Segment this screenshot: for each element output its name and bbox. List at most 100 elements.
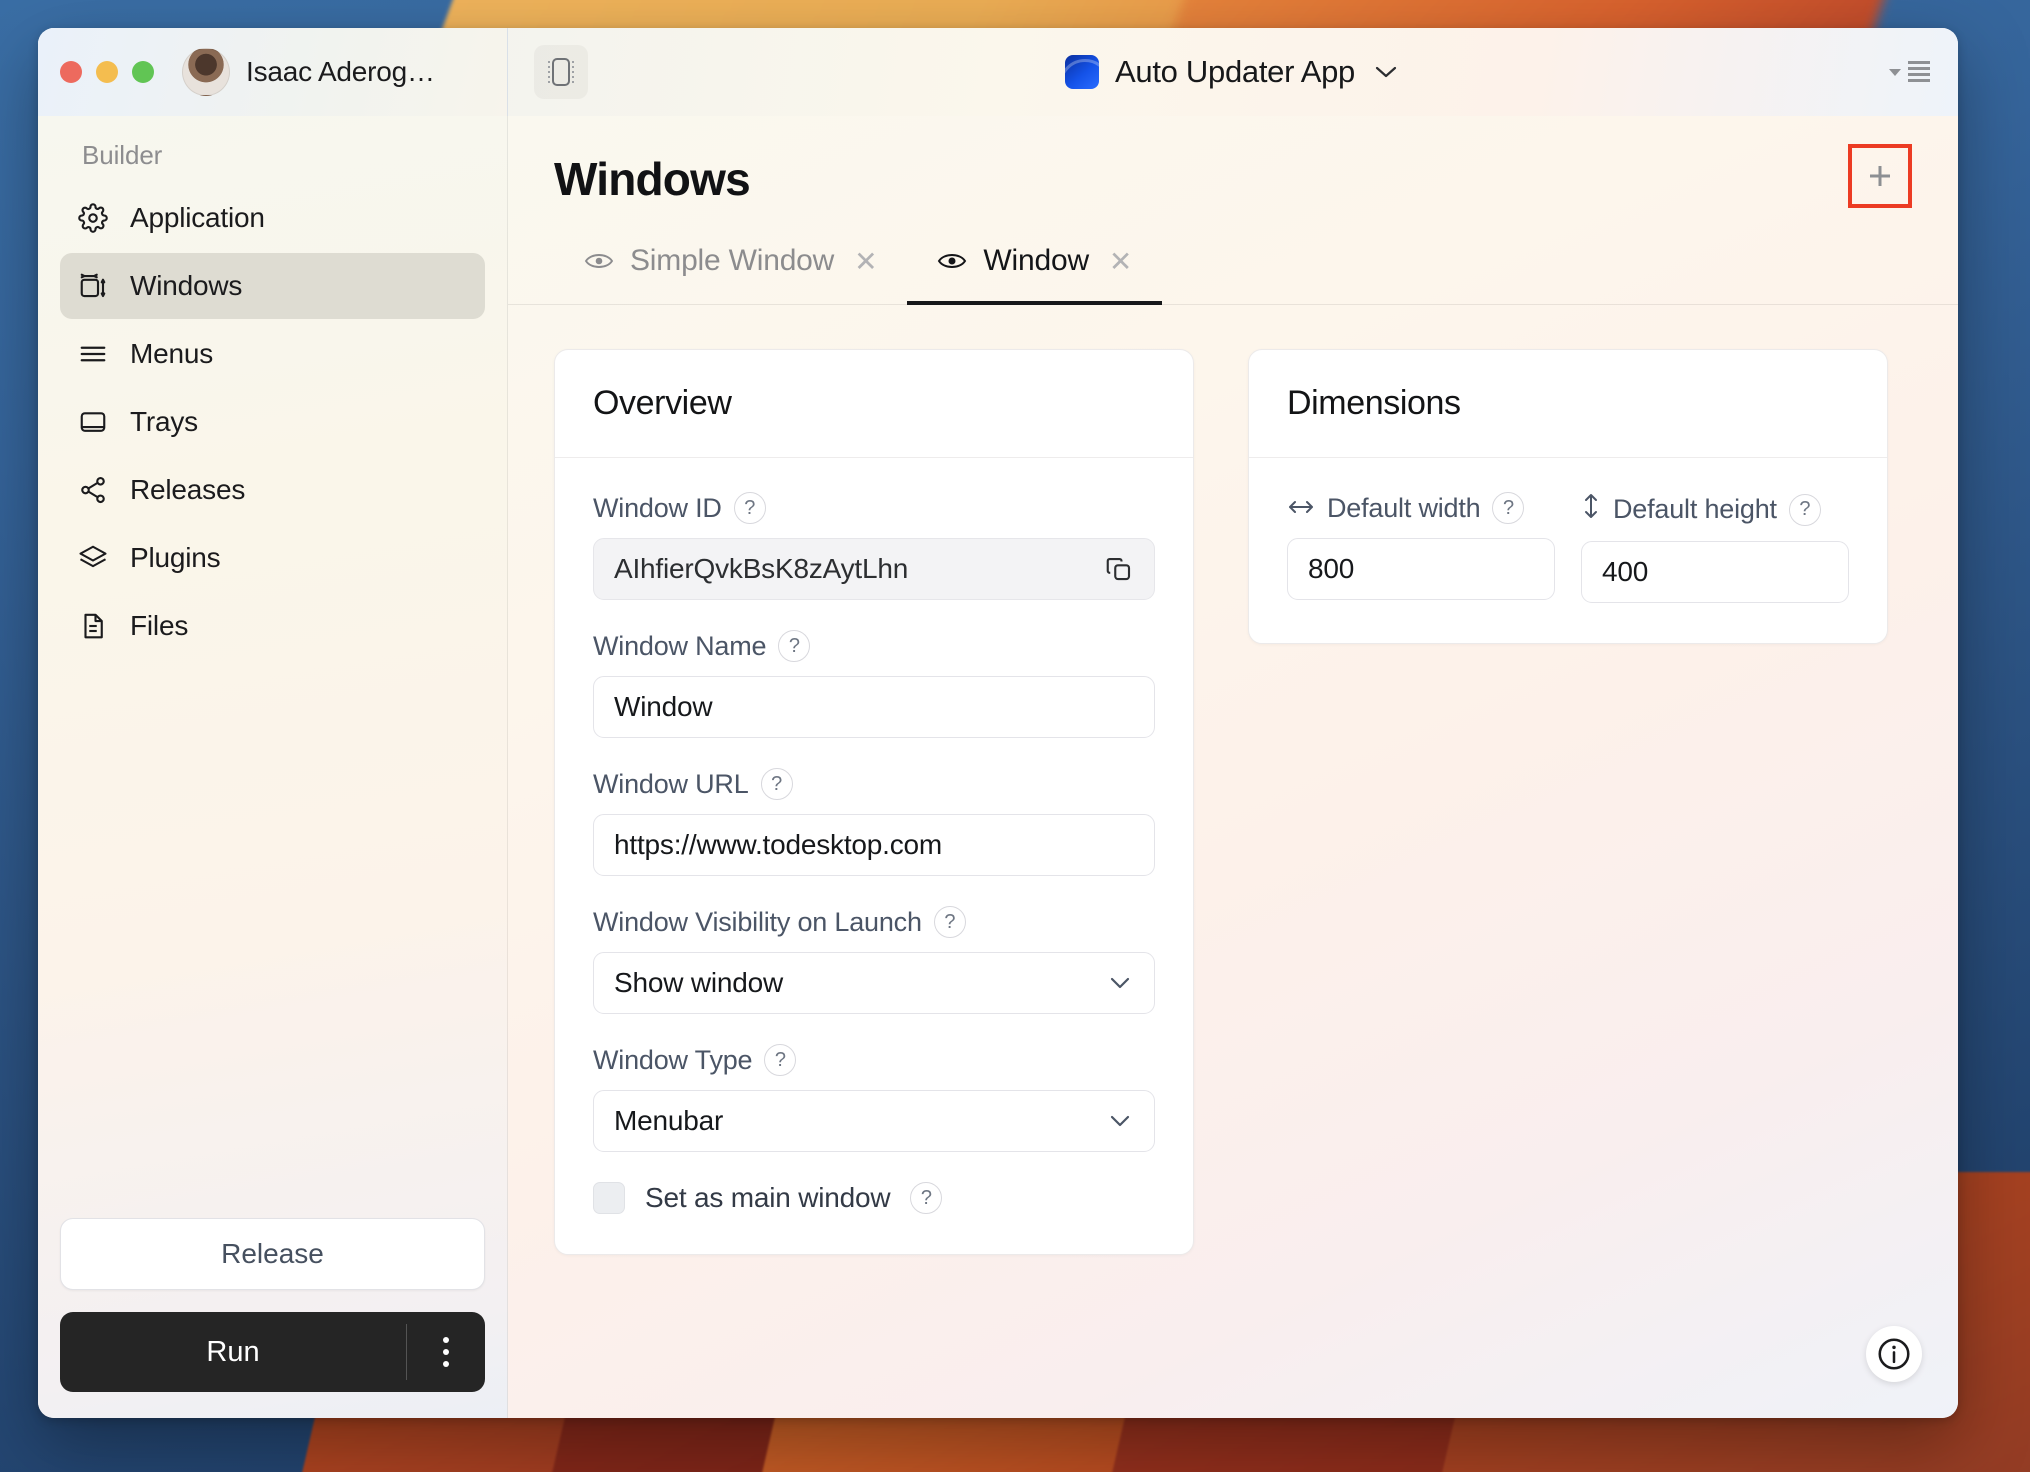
window-type-select[interactable]: Menubar — [593, 1090, 1155, 1152]
vertical-dots-icon — [443, 1337, 449, 1343]
tab-window[interactable]: Window ✕ — [907, 238, 1162, 304]
window-id-input[interactable]: AIhfierQvkBsK8zAytLhn — [593, 538, 1155, 600]
sidebar-item-label: Releases — [130, 474, 245, 506]
close-icon[interactable]: ✕ — [854, 245, 877, 278]
field-window-name: Window Name ? Window — [593, 630, 1155, 738]
app-logo-icon — [1065, 55, 1099, 89]
field-window-id: Window ID ? AIhfierQvkBsK8zAytLhn — [593, 492, 1155, 600]
sidebar-item-trays[interactable]: Trays — [60, 389, 485, 455]
dimensions-card: Dimensions — [1248, 349, 1888, 644]
window-id-label-row: Window ID ? — [593, 492, 1155, 524]
arrows-horizontal-icon — [1287, 493, 1315, 524]
help-icon[interactable]: ? — [910, 1182, 942, 1214]
sidebar-item-windows[interactable]: Windows — [60, 253, 485, 319]
main-header: Windows Simple Window — [508, 116, 1958, 305]
default-height-label-row: Default height ? — [1581, 492, 1849, 527]
minimize-window-button[interactable] — [96, 61, 118, 83]
share-nodes-icon — [78, 475, 108, 505]
close-window-button[interactable] — [60, 61, 82, 83]
window-type-value: Menubar — [614, 1105, 723, 1137]
main-content: Windows Simple Window — [508, 116, 1958, 1418]
app-title: Auto Updater App — [1115, 54, 1355, 90]
list-menu-icon — [1906, 58, 1932, 86]
eye-icon — [584, 250, 614, 272]
info-button[interactable] — [1866, 1326, 1922, 1382]
tab-simple-window[interactable]: Simple Window ✕ — [554, 238, 907, 304]
default-height-input[interactable]: 400 — [1581, 541, 1849, 603]
window-visibility-select[interactable]: Show window — [593, 952, 1155, 1014]
title-bar: Isaac Aderog… Auto Updater App — [38, 28, 1958, 116]
field-default-height: Default height ? 400 — [1581, 492, 1849, 603]
traffic-lights — [60, 61, 154, 83]
layers-icon — [78, 543, 108, 573]
window-url-label-row: Window URL ? — [593, 768, 1155, 800]
set-main-window-checkbox[interactable] — [593, 1182, 625, 1214]
copy-button[interactable] — [1104, 554, 1134, 584]
title-bar-right: Auto Updater App — [508, 28, 1958, 116]
help-icon[interactable]: ? — [778, 630, 810, 662]
copy-icon — [1104, 554, 1134, 584]
run-button-group: Run — [60, 1312, 485, 1392]
app-body: Builder Application — [38, 116, 1958, 1418]
field-window-type: Window Type ? Menubar — [593, 1044, 1155, 1152]
sidebar-spacer — [60, 659, 485, 1218]
sidebar-item-releases[interactable]: Releases — [60, 457, 485, 523]
sidebar-item-plugins[interactable]: Plugins — [60, 525, 485, 591]
chevron-down-icon[interactable] — [1371, 63, 1401, 81]
close-icon[interactable]: ✕ — [1109, 245, 1132, 278]
page-title: Windows — [554, 152, 750, 206]
app-window: Isaac Aderog… Auto Updater App — [38, 28, 1958, 1418]
dimensions-card-title: Dimensions — [1249, 350, 1887, 458]
help-icon[interactable]: ? — [761, 768, 793, 800]
sidebar-nav-list: Application Window — [60, 185, 485, 659]
run-options-button[interactable] — [407, 1312, 485, 1392]
caret-down-icon — [1888, 66, 1902, 78]
default-width-input[interactable]: 800 — [1287, 538, 1555, 600]
overview-card-title: Overview — [555, 350, 1193, 458]
run-button[interactable]: Run — [60, 1312, 406, 1392]
window-name-label-row: Window Name ? — [593, 630, 1155, 662]
chevron-down-icon — [1106, 1112, 1134, 1130]
default-width-label-row: Default width ? — [1287, 492, 1555, 524]
window-name-label: Window Name — [593, 631, 766, 662]
sidebar-item-application[interactable]: Application — [60, 185, 485, 251]
overview-card: Overview Window ID ? AIhfierQvkBsK8zAytL… — [554, 349, 1194, 1255]
default-height-value: 400 — [1602, 556, 1648, 588]
avatar[interactable] — [182, 48, 230, 96]
window-tabs: Simple Window ✕ Window ✕ — [508, 238, 1958, 305]
help-icon[interactable]: ? — [734, 492, 766, 524]
set-main-window-label: Set as main window — [645, 1182, 890, 1214]
document-icon — [78, 611, 108, 641]
window-visibility-label-row: Window Visibility on Launch ? — [593, 906, 1155, 938]
help-icon[interactable]: ? — [1492, 492, 1524, 524]
default-height-label: Default height — [1613, 494, 1777, 525]
window-visibility-value: Show window — [614, 967, 783, 999]
window-id-value: AIhfierQvkBsK8zAytLhn — [614, 553, 908, 585]
app-switcher[interactable]: Auto Updater App — [508, 54, 1958, 90]
field-set-main-window: Set as main window ? — [593, 1182, 1155, 1214]
window-type-label-row: Window Type ? — [593, 1044, 1155, 1076]
title-bar-menu-button[interactable] — [1888, 58, 1932, 86]
sidebar-item-menus[interactable]: Menus — [60, 321, 485, 387]
default-width-label: Default width — [1327, 493, 1480, 524]
tab-label: Window — [983, 244, 1089, 278]
help-icon[interactable]: ? — [764, 1044, 796, 1076]
default-width-value: 800 — [1308, 553, 1354, 585]
page-title-row: Windows — [554, 152, 1912, 208]
help-icon[interactable]: ? — [1789, 494, 1821, 526]
window-frame-icon — [78, 271, 108, 301]
tray-icon — [78, 407, 108, 437]
dimensions-row: Default width ? 800 — [1287, 492, 1849, 603]
add-window-button[interactable] — [1848, 144, 1912, 208]
help-icon[interactable]: ? — [934, 906, 966, 938]
sidebar-item-label: Windows — [130, 270, 242, 302]
release-button[interactable]: Release — [60, 1218, 485, 1290]
field-window-url: Window URL ? https://www.todesktop.com — [593, 768, 1155, 876]
maximize-window-button[interactable] — [132, 61, 154, 83]
sidebar-item-files[interactable]: Files — [60, 593, 485, 659]
window-name-input[interactable]: Window — [593, 676, 1155, 738]
window-visibility-label: Window Visibility on Launch — [593, 907, 922, 938]
window-url-input[interactable]: https://www.todesktop.com — [593, 814, 1155, 876]
sidebar-toggle-button[interactable] — [534, 45, 588, 99]
sidebar-heading: Builder — [60, 116, 485, 185]
